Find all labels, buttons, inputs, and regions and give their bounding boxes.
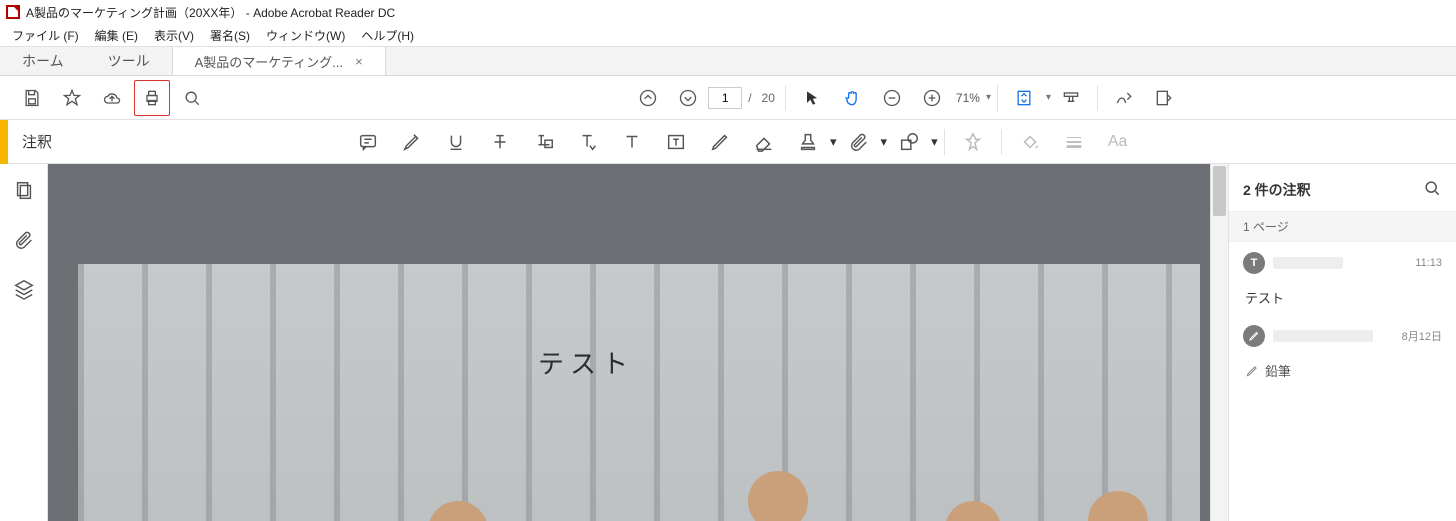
tab-tools[interactable]: ツール	[86, 47, 172, 75]
page-number-input[interactable]	[708, 87, 742, 109]
comment-author	[1273, 330, 1373, 342]
comment-text: 鉛筆	[1243, 353, 1442, 381]
color-fill-button[interactable]	[1010, 124, 1050, 160]
add-text-button[interactable]	[612, 124, 652, 160]
highlight-button[interactable]	[392, 124, 432, 160]
comments-search-button[interactable]	[1422, 178, 1442, 201]
comment-text: テスト	[1243, 280, 1442, 307]
text-annotation-icon: T	[1243, 252, 1265, 274]
save-button[interactable]	[14, 80, 50, 116]
page-total: 20	[762, 91, 775, 105]
page-down-button[interactable]	[670, 80, 706, 116]
attachments-button[interactable]	[13, 229, 35, 254]
scrollbar-thumb[interactable]	[1213, 166, 1226, 216]
comment-item[interactable]: T 11:13 テスト	[1229, 242, 1456, 315]
document-view[interactable]: テスト	[48, 164, 1210, 521]
zoom-level[interactable]: 71%	[952, 91, 984, 105]
photo-people	[78, 264, 1200, 521]
tab-document[interactable]: A製品のマーケティング... ×	[172, 47, 386, 75]
comment-separator	[1001, 129, 1002, 155]
comments-page-section: 1 ページ	[1229, 211, 1456, 242]
share-sign-button[interactable]	[1106, 80, 1142, 116]
hand-tool-button[interactable]	[834, 80, 870, 116]
underline-button[interactable]	[436, 124, 476, 160]
content-area: テスト 2 件の注釈 1 ページ T 11:13 テスト	[0, 164, 1456, 521]
menu-help[interactable]: ヘルプ(H)	[353, 25, 422, 46]
toolbar-separator	[1097, 85, 1098, 111]
comment-time: 8月12日	[1402, 328, 1442, 344]
comment-author	[1273, 257, 1343, 269]
shapes-dropdown-icon[interactable]: ▾	[931, 134, 938, 150]
acrobat-app-icon	[6, 5, 20, 19]
insert-text-button[interactable]	[568, 124, 608, 160]
search-button[interactable]	[174, 80, 210, 116]
tab-home[interactable]: ホーム	[0, 47, 86, 75]
comments-count-label: 2 件の注釈	[1243, 180, 1311, 200]
sticky-note-button[interactable]	[348, 124, 388, 160]
top-tabs: ホーム ツール A製品のマーケティング... ×	[0, 46, 1456, 76]
menu-view[interactable]: 表示(V)	[146, 25, 202, 46]
selection-tool-button[interactable]	[794, 80, 830, 116]
cloud-upload-button[interactable]	[94, 80, 130, 116]
shapes-button[interactable]	[889, 124, 929, 160]
toolbar-separator	[997, 85, 998, 111]
page-up-button[interactable]	[630, 80, 666, 116]
zoom-in-button[interactable]	[914, 80, 950, 116]
tab-close-button[interactable]: ×	[355, 54, 363, 69]
attach-dropdown-icon[interactable]: ▾	[881, 134, 888, 150]
strikethrough-button[interactable]	[480, 124, 520, 160]
page-separator: /	[748, 91, 751, 105]
textbox-button[interactable]	[656, 124, 696, 160]
menu-bar: ファイル (F) 編集 (E) 表示(V) 署名(S) ウィンドウ(W) ヘルプ…	[0, 24, 1456, 46]
zoom-dropdown-icon[interactable]: ▾	[986, 92, 991, 103]
menu-sign[interactable]: 署名(S)	[202, 25, 258, 46]
left-rail	[0, 164, 48, 521]
menu-window[interactable]: ウィンドウ(W)	[258, 25, 353, 46]
window-title: A製品のマーケティング計画（20XX年） - Adobe Acrobat Rea…	[26, 4, 395, 21]
fit-dropdown-icon[interactable]: ▾	[1046, 92, 1051, 103]
comment-time: 11:13	[1415, 257, 1442, 269]
document-page: テスト	[78, 264, 1200, 521]
replace-text-button[interactable]	[524, 124, 564, 160]
toolbar-separator	[785, 85, 786, 111]
comment-accent-bar	[0, 120, 8, 164]
comments-panel: 2 件の注釈 1 ページ T 11:13 テスト 8月12日 鉛筆	[1228, 164, 1456, 521]
title-bar: A製品のマーケティング計画（20XX年） - Adobe Acrobat Rea…	[0, 0, 1456, 24]
stamp-button[interactable]	[788, 124, 828, 160]
pencil-annotation-icon	[1243, 325, 1265, 347]
stamp-dropdown-icon[interactable]: ▾	[830, 134, 837, 150]
eraser-button[interactable]	[744, 124, 784, 160]
star-button[interactable]	[54, 80, 90, 116]
attach-button[interactable]	[839, 124, 879, 160]
font-size-button[interactable]: Aa	[1098, 124, 1138, 160]
comment-item[interactable]: 8月12日 鉛筆	[1229, 315, 1456, 389]
thumbnails-button[interactable]	[13, 180, 35, 205]
menu-file[interactable]: ファイル (F)	[4, 25, 87, 46]
comment-toolbar: 注釈 ▾ ▾ ▾ Aa	[0, 120, 1456, 164]
comment-separator	[944, 129, 945, 155]
tab-document-label: A製品のマーケティング...	[195, 52, 343, 71]
comment-toolbar-label: 注釈	[8, 131, 66, 152]
fit-page-button[interactable]	[1006, 80, 1042, 116]
pin-button[interactable]	[953, 124, 993, 160]
layers-button[interactable]	[13, 278, 35, 303]
pencil-button[interactable]	[700, 124, 740, 160]
vertical-scrollbar[interactable]	[1210, 164, 1228, 521]
read-mode-button[interactable]	[1053, 80, 1089, 116]
share-send-button[interactable]	[1146, 80, 1182, 116]
menu-edit[interactable]: 編集 (E)	[87, 25, 146, 46]
line-weight-button[interactable]	[1054, 124, 1094, 160]
main-toolbar: / 20 71% ▾ ▾	[0, 76, 1456, 120]
zoom-out-button[interactable]	[874, 80, 910, 116]
print-button[interactable]	[134, 80, 170, 116]
